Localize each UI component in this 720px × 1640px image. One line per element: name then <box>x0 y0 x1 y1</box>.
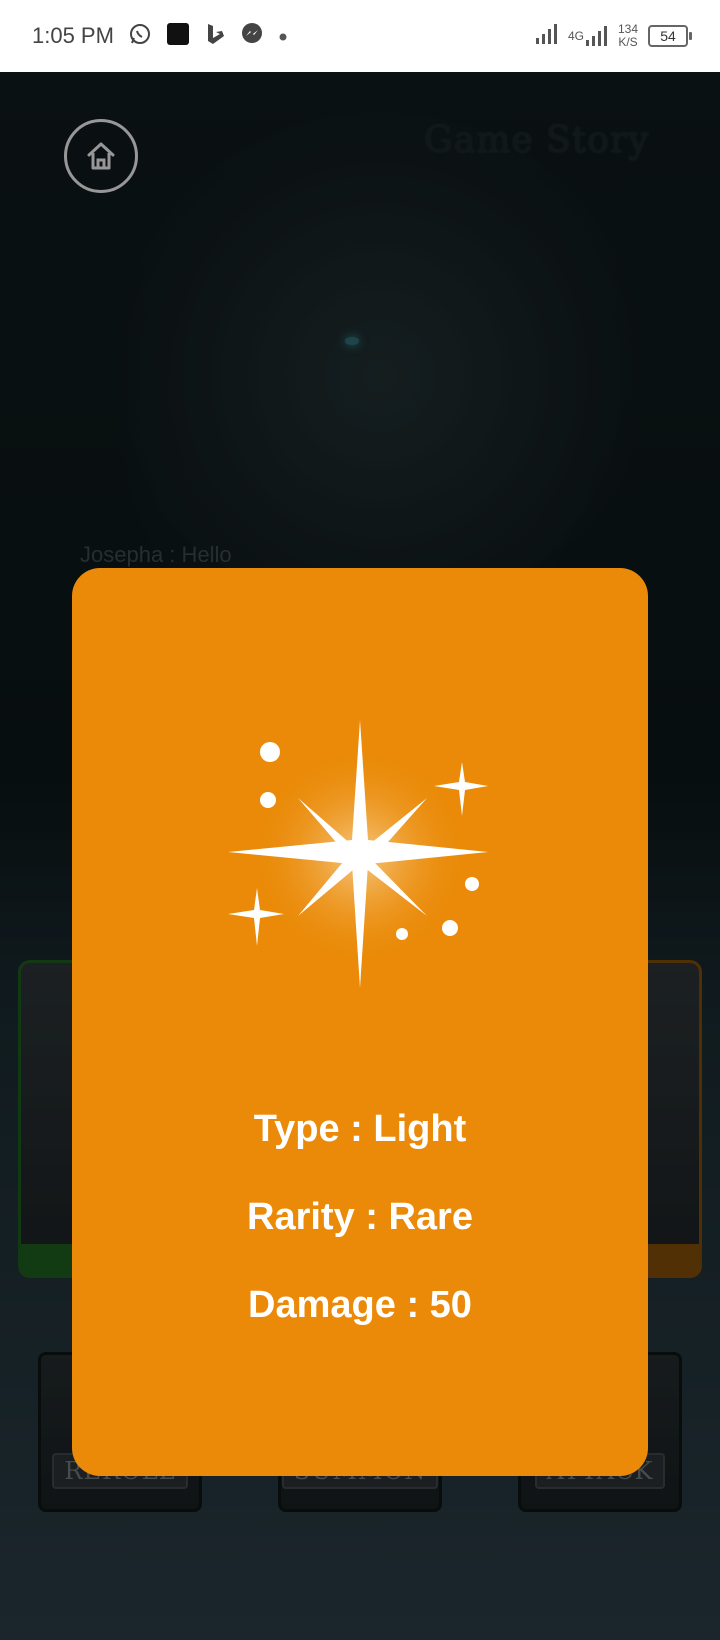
card-type: Type : Light <box>253 1108 467 1150</box>
bing-icon <box>204 22 226 50</box>
network-4g-signal-icon: 4G <box>568 26 608 46</box>
battery-icon: 54 <box>648 25 692 47</box>
status-bar: 1:05 PM 4G 134 K/S 54 <box>0 0 720 72</box>
status-time: 1:05 PM <box>32 23 114 48</box>
net-speed: 134 K/S <box>617 22 638 49</box>
messenger-icon <box>240 22 264 50</box>
whatsapp-icon <box>128 22 152 50</box>
app-square-icon <box>166 22 190 50</box>
signal-icon <box>535 24 558 48</box>
card-detail-modal[interactable]: Type : Light Rarity : Rare Damage : 50 <box>72 568 648 1476</box>
sparkle-icon <box>228 720 488 988</box>
card-damage: Damage : 50 <box>248 1284 472 1326</box>
more-notifications-dot-icon <box>278 27 288 46</box>
card-rarity: Rarity : Rare <box>247 1196 473 1238</box>
